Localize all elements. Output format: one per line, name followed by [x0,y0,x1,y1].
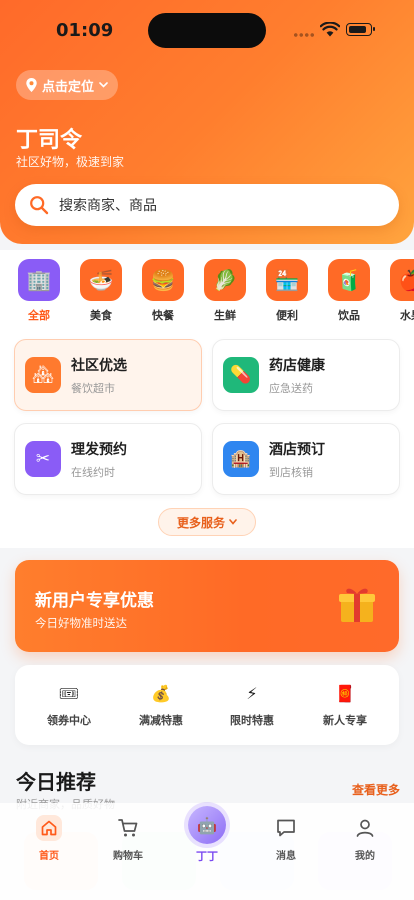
red-envelope-icon: 🧧 [335,684,355,703]
robot-icon: 🤖 [188,806,226,844]
ticket-icon: 🎟 [58,684,80,703]
location-pin-icon [26,78,37,92]
service-subtitle: 到店核销 [269,465,313,479]
category-drinks[interactable]: 🧃 饮品 [324,259,374,323]
service-hotel[interactable]: 🏨 酒店预订 到店核销 [212,423,400,495]
home-icon [36,815,62,841]
chevron-down-icon [229,519,237,525]
new-user-promo-banner[interactable]: 新用户专享优惠 今日好物准时送达 [15,560,399,652]
category-all[interactable]: 🏢 全部 [14,259,64,323]
perks-card: 🎟 领券中心 💰 满减特惠 ⚡ 限时特惠 🧧 新人专享 [15,665,399,745]
wifi-icon [320,22,340,37]
category-food[interactable]: 🍜 美食 [76,259,126,323]
perk-label: 领券中心 [47,714,91,727]
perk-discount[interactable]: 💰 满减特惠 [113,683,209,728]
battery-icon [346,23,375,36]
category-label: 全部 [28,309,50,322]
category-label: 便利 [276,309,298,322]
service-title: 药店健康 [269,357,325,374]
service-subtitle: 餐饮超市 [71,381,115,395]
perk-label: 新人专享 [323,714,367,727]
location-button[interactable]: 点击定位 [16,70,119,100]
category-fastfood[interactable]: 🍔 快餐 [138,259,188,323]
message-icon [277,819,295,837]
hotel-icon: 🏨 [223,441,259,477]
status-bar: 01:09 [0,0,414,60]
category-label: 快餐 [152,309,174,322]
recommend-more-link[interactable]: 查看更多 [352,781,400,798]
profile-icon [356,819,374,837]
noodle-bowl-icon: 🍜 [80,259,122,301]
tab-cart[interactable]: 购物车 [98,815,158,862]
perk-newcomer[interactable]: 🧧 新人专享 [297,683,393,728]
scissors-icon: ✂ [25,441,61,477]
more-services-button[interactable]: 更多服务 [158,508,256,536]
category-label: 生鲜 [214,309,236,322]
service-subtitle: 在线约时 [71,465,115,479]
perk-coupon-center[interactable]: 🎟 领券中心 [21,683,117,728]
burger-icon: 🍔 [142,259,184,301]
promo-subtitle: 今日好物准时送达 [35,616,127,630]
pill-icon: 💊 [223,357,259,393]
family-icon: 🏘 [25,357,61,393]
perk-label: 满减特惠 [139,714,183,727]
bottom-tab-bar: 首页 购物车 🤖 丁丁 消息 我的 [0,803,414,900]
promo-title: 新用户专享优惠 [35,591,154,611]
chevron-down-icon [99,82,108,88]
services-section: 🏘 社区优选 餐饮超市 💊 药店健康 应急送药 ✂ 理发预约 在线约时 🏨 酒店… [0,330,414,548]
status-time: 01:09 [56,20,114,41]
tab-assistant[interactable]: 🤖 丁丁 [187,806,227,864]
tab-label: 首页 [39,851,59,862]
tab-label: 购物车 [113,851,143,862]
tab-home[interactable]: 首页 [19,815,79,862]
tab-profile[interactable]: 我的 [335,815,395,862]
building-icon: 🏢 [18,259,60,301]
more-services-label: 更多服务 [176,515,225,530]
app-brand-title: 丁司令 [16,128,83,153]
search-input[interactable]: 搜索商家、商品 [15,184,399,226]
service-title: 理发预约 [71,441,127,458]
category-strip[interactable]: 🏢 全部 🍜 美食 🍔 快餐 🥬 生鲜 🏪 便利 🧃 饮品 🍎 水果 [0,250,414,330]
lightning-icon: ⚡ [246,684,258,703]
search-placeholder: 搜索商家、商品 [59,198,157,214]
category-convenience[interactable]: 🏪 便利 [262,259,312,323]
signal-dots-icon [293,33,315,37]
money-bag-icon: 💰 [151,684,171,703]
service-haircut[interactable]: ✂ 理发预约 在线约时 [14,423,202,495]
category-fresh[interactable]: 🥬 生鲜 [200,259,250,323]
service-subtitle: 应急送药 [269,381,313,395]
perk-label: 限时特惠 [230,714,274,727]
tab-label: 消息 [276,851,296,862]
service-title: 酒店预订 [269,441,325,458]
category-fruit[interactable]: 🍎 水果 [386,259,414,323]
gift-icon [339,588,375,622]
service-pharmacy[interactable]: 💊 药店健康 应急送药 [212,339,400,411]
perk-flash-sale[interactable]: ⚡ 限时特惠 [204,683,300,728]
tab-messages[interactable]: 消息 [256,815,316,862]
category-label: 美食 [90,309,112,322]
leafy-greens-icon: 🥬 [204,259,246,301]
recommend-title: 今日推荐 [16,770,96,794]
dynamic-island [148,13,266,48]
category-label: 水果 [400,309,414,322]
category-label: 饮品 [338,309,360,322]
service-title: 社区优选 [71,357,127,374]
drink-icon: 🧃 [328,259,370,301]
store-icon: 🏪 [266,259,308,301]
cart-icon [118,819,138,837]
tab-label: 我的 [355,851,375,862]
app-slogan: 社区好物，极速到家 [16,155,125,169]
search-icon [30,196,49,215]
apple-icon: 🍎 [390,259,414,301]
location-label: 点击定位 [42,79,95,95]
service-community[interactable]: 🏘 社区优选 餐饮超市 [14,339,202,411]
tab-label: 丁丁 [196,850,218,863]
